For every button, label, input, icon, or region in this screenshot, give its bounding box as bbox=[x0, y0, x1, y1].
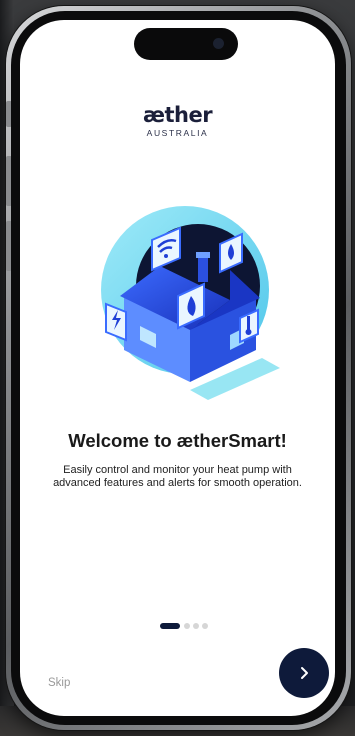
page-dot-active[interactable] bbox=[160, 623, 180, 629]
welcome-title: Welcome to ætherSmart! bbox=[68, 430, 287, 451]
camera-icon bbox=[213, 38, 224, 49]
logo-brand: æther bbox=[142, 103, 213, 127]
page-dot[interactable] bbox=[193, 623, 199, 629]
dynamic-island bbox=[134, 28, 238, 60]
page-dot[interactable] bbox=[202, 623, 208, 629]
app-logo: æther AUSTRALIA bbox=[20, 104, 335, 138]
chevron-right-icon bbox=[301, 667, 308, 679]
page-dot[interactable] bbox=[184, 623, 190, 629]
chimney bbox=[198, 256, 208, 282]
smart-home-illustration bbox=[101, 206, 280, 400]
logo-subtitle: AUSTRALIA bbox=[146, 128, 209, 138]
welcome-description: Easily control and monitor your heat pum… bbox=[53, 464, 302, 489]
next-button[interactable] bbox=[279, 648, 329, 698]
chimney-top bbox=[196, 252, 210, 258]
skip-button[interactable]: Skip bbox=[48, 677, 70, 689]
app-screen: æther AUSTRALIA Welcome to ætherSmart! E… bbox=[20, 20, 335, 716]
